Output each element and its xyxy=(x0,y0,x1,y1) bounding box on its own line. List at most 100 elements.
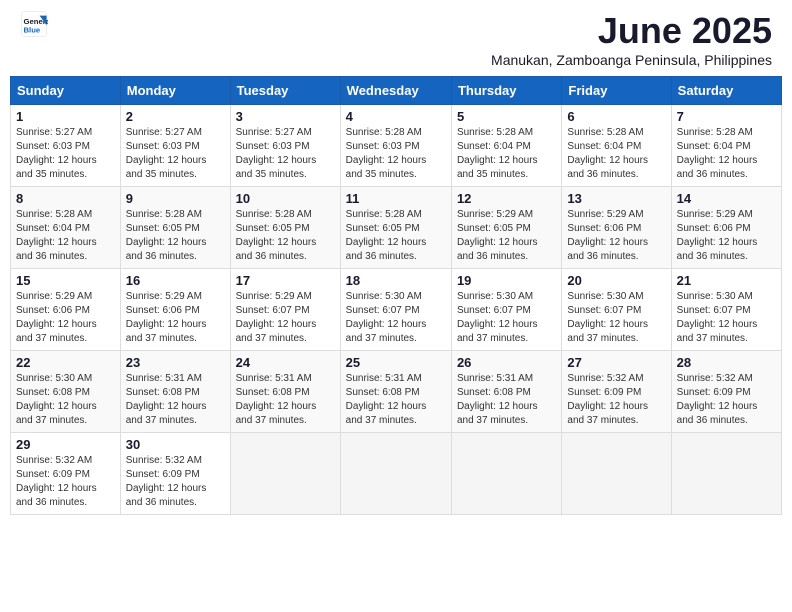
day-number: 15 xyxy=(16,273,115,288)
day-number: 13 xyxy=(567,191,665,206)
calendar-cell: 3 Sunrise: 5:27 AM Sunset: 6:03 PM Daylig… xyxy=(230,105,340,187)
day-number: 1 xyxy=(16,109,115,124)
calendar-table: SundayMondayTuesdayWednesdayThursdayFrid… xyxy=(10,76,782,515)
day-info: Sunrise: 5:29 AM Sunset: 6:06 PM Dayligh… xyxy=(677,208,776,264)
day-number: 28 xyxy=(677,355,776,370)
calendar-cell: 28 Sunrise: 5:32 AM Sunset: 6:09 PM Dayli… xyxy=(671,351,781,433)
day-number: 23 xyxy=(126,355,225,370)
day-info: Sunrise: 5:28 AM Sunset: 6:04 PM Dayligh… xyxy=(567,126,665,182)
calendar-cell: 14 Sunrise: 5:29 AM Sunset: 6:06 PM Dayli… xyxy=(671,187,781,269)
location-title: Manukan, Zamboanga Peninsula, Philippine… xyxy=(491,52,772,68)
day-info: Sunrise: 5:28 AM Sunset: 6:04 PM Dayligh… xyxy=(457,126,556,182)
logo: General Blue xyxy=(20,10,48,38)
calendar-cell: 20 Sunrise: 5:30 AM Sunset: 6:07 PM Dayli… xyxy=(562,269,671,351)
day-info: Sunrise: 5:29 AM Sunset: 6:06 PM Dayligh… xyxy=(567,208,665,264)
svg-text:Blue: Blue xyxy=(24,25,41,34)
day-number: 7 xyxy=(677,109,776,124)
page-header: General Blue June 2025 Manukan, Zamboang… xyxy=(10,10,782,68)
calendar-cell xyxy=(562,433,671,515)
day-number: 8 xyxy=(16,191,115,206)
day-info: Sunrise: 5:27 AM Sunset: 6:03 PM Dayligh… xyxy=(16,126,115,182)
day-info: Sunrise: 5:29 AM Sunset: 6:06 PM Dayligh… xyxy=(16,290,115,346)
day-number: 19 xyxy=(457,273,556,288)
weekday-header-wednesday: Wednesday xyxy=(340,77,451,105)
calendar-week-5: 29 Sunrise: 5:32 AM Sunset: 6:09 PM Dayli… xyxy=(11,433,782,515)
weekday-header-sunday: Sunday xyxy=(11,77,121,105)
day-info: Sunrise: 5:32 AM Sunset: 6:09 PM Dayligh… xyxy=(16,454,115,510)
day-info: Sunrise: 5:32 AM Sunset: 6:09 PM Dayligh… xyxy=(126,454,225,510)
day-number: 21 xyxy=(677,273,776,288)
day-info: Sunrise: 5:28 AM Sunset: 6:05 PM Dayligh… xyxy=(236,208,335,264)
day-info: Sunrise: 5:28 AM Sunset: 6:03 PM Dayligh… xyxy=(346,126,446,182)
day-info: Sunrise: 5:31 AM Sunset: 6:08 PM Dayligh… xyxy=(346,372,446,428)
day-info: Sunrise: 5:30 AM Sunset: 6:07 PM Dayligh… xyxy=(567,290,665,346)
day-number: 22 xyxy=(16,355,115,370)
day-info: Sunrise: 5:32 AM Sunset: 6:09 PM Dayligh… xyxy=(677,372,776,428)
calendar-cell: 12Sunrise: 5:29 AM Sunset: 6:05 PM Dayli… xyxy=(451,187,561,269)
day-number: 24 xyxy=(236,355,335,370)
calendar-cell: 19 Sunrise: 5:30 AM Sunset: 6:07 PM Dayli… xyxy=(451,269,561,351)
calendar-cell: 10 Sunrise: 5:28 AM Sunset: 6:05 PM Dayli… xyxy=(230,187,340,269)
calendar-cell: 17 Sunrise: 5:29 AM Sunset: 6:07 PM Dayli… xyxy=(230,269,340,351)
day-info: Sunrise: 5:31 AM Sunset: 6:08 PM Dayligh… xyxy=(126,372,225,428)
weekday-header-monday: Monday xyxy=(120,77,230,105)
calendar-cell: 6 Sunrise: 5:28 AM Sunset: 6:04 PM Daylig… xyxy=(562,105,671,187)
day-info: Sunrise: 5:30 AM Sunset: 6:08 PM Dayligh… xyxy=(16,372,115,428)
calendar-cell xyxy=(671,433,781,515)
calendar-cell: 7 Sunrise: 5:28 AM Sunset: 6:04 PM Daylig… xyxy=(671,105,781,187)
weekday-header-saturday: Saturday xyxy=(671,77,781,105)
calendar-cell: 5 Sunrise: 5:28 AM Sunset: 6:04 PM Daylig… xyxy=(451,105,561,187)
calendar-cell: 22 Sunrise: 5:30 AM Sunset: 6:08 PM Dayli… xyxy=(11,351,121,433)
calendar-cell: 15 Sunrise: 5:29 AM Sunset: 6:06 PM Dayli… xyxy=(11,269,121,351)
day-info: Sunrise: 5:30 AM Sunset: 6:07 PM Dayligh… xyxy=(346,290,446,346)
calendar-cell: 16Sunrise: 5:29 AM Sunset: 6:06 PM Dayli… xyxy=(120,269,230,351)
day-number: 9 xyxy=(126,191,225,206)
calendar-cell: 2 Sunrise: 5:27 AM Sunset: 6:03 PM Daylig… xyxy=(120,105,230,187)
day-number: 17 xyxy=(236,273,335,288)
day-info: Sunrise: 5:28 AM Sunset: 6:04 PM Dayligh… xyxy=(16,208,115,264)
calendar-cell xyxy=(451,433,561,515)
logo-icon: General Blue xyxy=(20,10,48,38)
calendar-cell: 29 Sunrise: 5:32 AM Sunset: 6:09 PM Dayli… xyxy=(11,433,121,515)
day-number: 12 xyxy=(457,191,556,206)
calendar-cell: 21 Sunrise: 5:30 AM Sunset: 6:07 PM Dayli… xyxy=(671,269,781,351)
weekday-header-row: SundayMondayTuesdayWednesdayThursdayFrid… xyxy=(11,77,782,105)
title-area: June 2025 Manukan, Zamboanga Peninsula, … xyxy=(491,10,772,68)
day-number: 4 xyxy=(346,109,446,124)
day-info: Sunrise: 5:30 AM Sunset: 6:07 PM Dayligh… xyxy=(677,290,776,346)
calendar-cell: 11 Sunrise: 5:28 AM Sunset: 6:05 PM Dayli… xyxy=(340,187,451,269)
day-info: Sunrise: 5:28 AM Sunset: 6:05 PM Dayligh… xyxy=(346,208,446,264)
weekday-header-tuesday: Tuesday xyxy=(230,77,340,105)
day-info: Sunrise: 5:29 AM Sunset: 6:07 PM Dayligh… xyxy=(236,290,335,346)
day-number: 10 xyxy=(236,191,335,206)
calendar-cell: 4 Sunrise: 5:28 AM Sunset: 6:03 PM Daylig… xyxy=(340,105,451,187)
calendar-cell: 25Sunrise: 5:31 AM Sunset: 6:08 PM Dayli… xyxy=(340,351,451,433)
calendar-cell: 23 Sunrise: 5:31 AM Sunset: 6:08 PM Dayli… xyxy=(120,351,230,433)
day-info: Sunrise: 5:28 AM Sunset: 6:05 PM Dayligh… xyxy=(126,208,225,264)
calendar-cell xyxy=(230,433,340,515)
month-title: June 2025 xyxy=(491,10,772,52)
day-number: 6 xyxy=(567,109,665,124)
day-info: Sunrise: 5:30 AM Sunset: 6:07 PM Dayligh… xyxy=(457,290,556,346)
day-info: Sunrise: 5:27 AM Sunset: 6:03 PM Dayligh… xyxy=(236,126,335,182)
calendar-cell: 27Sunrise: 5:32 AM Sunset: 6:09 PM Dayli… xyxy=(562,351,671,433)
day-number: 14 xyxy=(677,191,776,206)
day-number: 5 xyxy=(457,109,556,124)
calendar-cell: 8 Sunrise: 5:28 AM Sunset: 6:04 PM Daylig… xyxy=(11,187,121,269)
day-number: 29 xyxy=(16,437,115,452)
day-info: Sunrise: 5:31 AM Sunset: 6:08 PM Dayligh… xyxy=(236,372,335,428)
day-info: Sunrise: 5:27 AM Sunset: 6:03 PM Dayligh… xyxy=(126,126,225,182)
calendar-cell xyxy=(340,433,451,515)
day-info: Sunrise: 5:28 AM Sunset: 6:04 PM Dayligh… xyxy=(677,126,776,182)
calendar-week-3: 15 Sunrise: 5:29 AM Sunset: 6:06 PM Dayli… xyxy=(11,269,782,351)
day-number: 3 xyxy=(236,109,335,124)
calendar-cell: 26Sunrise: 5:31 AM Sunset: 6:08 PM Dayli… xyxy=(451,351,561,433)
weekday-header-friday: Friday xyxy=(562,77,671,105)
calendar-week-1: 1 Sunrise: 5:27 AM Sunset: 6:03 PM Daylig… xyxy=(11,105,782,187)
day-number: 11 xyxy=(346,191,446,206)
day-number: 18 xyxy=(346,273,446,288)
day-number: 2 xyxy=(126,109,225,124)
calendar-cell: 24 Sunrise: 5:31 AM Sunset: 6:08 PM Dayli… xyxy=(230,351,340,433)
calendar-cell: 13 Sunrise: 5:29 AM Sunset: 6:06 PM Dayli… xyxy=(562,187,671,269)
day-number: 20 xyxy=(567,273,665,288)
